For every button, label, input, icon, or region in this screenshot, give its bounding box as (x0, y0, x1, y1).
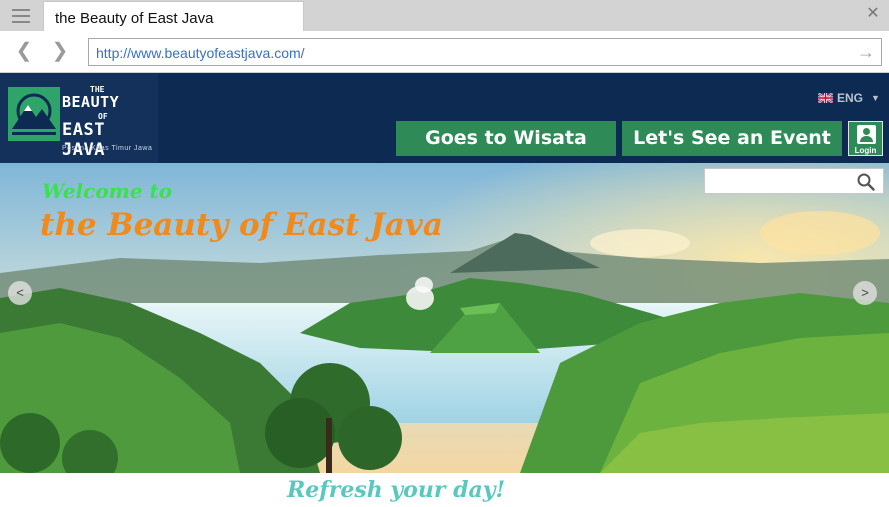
logo-text-beauty: BEAUTY (62, 93, 120, 111)
hamburger-menu-icon[interactable] (8, 7, 34, 25)
slider-next-button[interactable]: > (853, 281, 877, 305)
url-text: http://www.beautyofeastjava.com/ (96, 45, 305, 61)
language-label: ENG (837, 91, 864, 105)
login-button[interactable]: Login (848, 121, 883, 156)
forward-arrow-icon[interactable]: ❯ (50, 40, 70, 62)
address-bar[interactable]: http://www.beautyofeastjava.com/ → (88, 38, 882, 66)
search-input[interactable] (704, 168, 884, 194)
see-event-button[interactable]: Let's See an Event (622, 121, 842, 156)
refresh-tagline: Refresh your day! (287, 477, 506, 503)
back-arrow-icon[interactable]: ❮ (14, 40, 34, 62)
mountain-logo-icon (8, 87, 60, 141)
logo-tagline: Pesona Khas Timur Jawa (62, 145, 153, 152)
site-logo[interactable]: THE BEAUTY OF EAST JAVA Pesona Khas Timu… (0, 73, 158, 163)
user-icon (857, 125, 876, 144)
close-icon[interactable]: ✕ (864, 5, 882, 23)
logo-text-east-java: EAST JAVA (62, 120, 105, 160)
hero-headline: the Beauty of East Java (40, 207, 443, 243)
go-arrow-icon[interactable]: → (857, 42, 875, 63)
site-header: THE BEAUTY OF EAST JAVA Pesona Khas Timu… (0, 73, 889, 163)
tab-title: the Beauty of East Java (55, 10, 214, 27)
browser-nav-bar: ❮ ❯ http://www.beautyofeastjava.com/ → (0, 31, 889, 73)
slider-prev-button[interactable]: < (8, 281, 32, 305)
goes-to-wisata-button[interactable]: Goes to Wisata (396, 121, 616, 156)
browser-tab-bar: the Beauty of East Java ✕ (0, 0, 889, 32)
search-icon[interactable] (857, 173, 875, 191)
login-label: Login (854, 146, 877, 155)
uk-flag-icon (818, 93, 833, 103)
language-selector[interactable]: ENG ▼ (818, 91, 880, 105)
caret-down-icon: ▼ (871, 93, 880, 103)
hero-slider: Welcome to the Beauty of East Java < > (0, 163, 889, 473)
welcome-text: Welcome to (42, 179, 173, 203)
browser-tab[interactable]: the Beauty of East Java (43, 1, 304, 32)
